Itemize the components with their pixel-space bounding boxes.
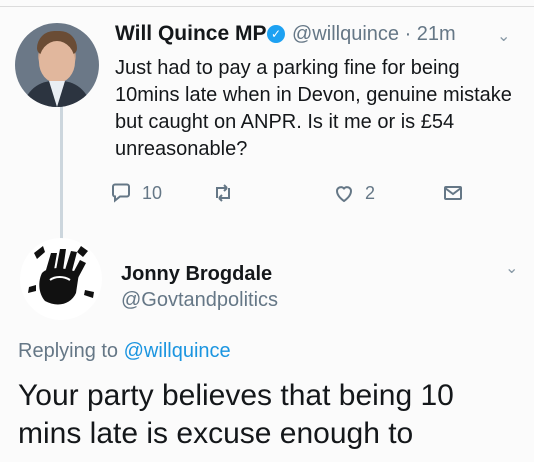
avatar[interactable] [15, 23, 99, 107]
avatar-face [39, 41, 75, 83]
author-name[interactable]: Will Quince MP [115, 22, 267, 46]
direct-message-action[interactable] [441, 181, 465, 205]
verified-icon: ✓ [267, 25, 285, 43]
chevron-down-icon[interactable]: ⌄ [497, 26, 510, 46]
envelope-icon [444, 186, 462, 200]
raised-fist-avatar[interactable] [20, 238, 102, 320]
mention-link[interactable]: @willquince [124, 340, 231, 362]
author-handle-time[interactable]: @willquince · 21m [292, 23, 456, 46]
reply-text: Your party believes that being 10 mins l… [18, 379, 454, 450]
reply-author-handle[interactable]: @Govtandpolitics [121, 289, 278, 312]
reply-icon [112, 183, 130, 203]
like-count: 2 [365, 182, 376, 203]
top-divider [0, 0, 534, 7]
reply-action[interactable]: 10 [109, 181, 162, 205]
thread-line [60, 104, 63, 244]
chevron-down-icon[interactable]: ⌄ [505, 258, 518, 278]
replying-prefix: Replying to [18, 340, 124, 362]
retweet-action[interactable] [211, 181, 235, 205]
reply-count: 10 [142, 182, 163, 203]
tweet-text: Just had to pay a parking fine for being… [115, 57, 512, 160]
retweet-icon [216, 184, 230, 202]
like-action[interactable]: 2 [332, 181, 375, 205]
replying-to: Replying to @willquince [18, 340, 231, 363]
heart-icon [335, 186, 353, 203]
reply-author-name[interactable]: Jonny Brogdale [121, 263, 272, 286]
